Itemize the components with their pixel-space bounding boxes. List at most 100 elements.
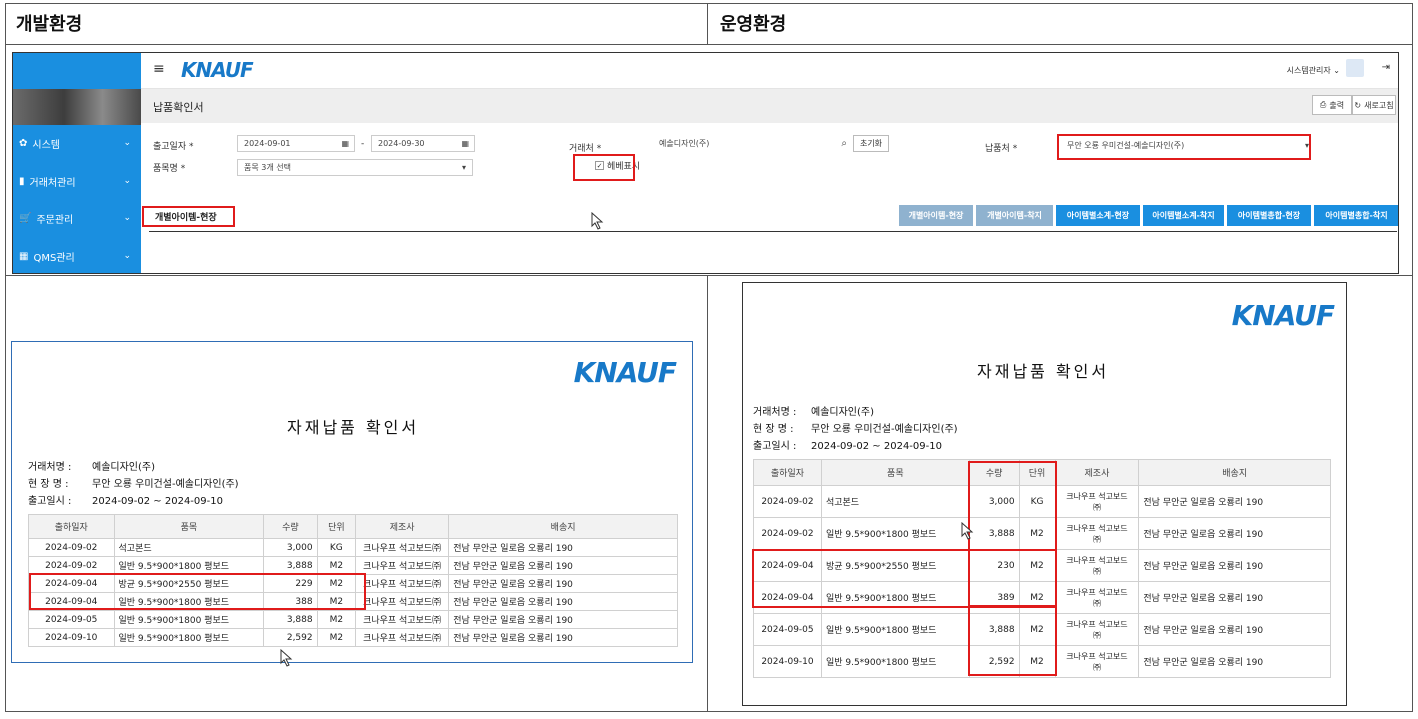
table-cell: 2,592 (263, 628, 318, 647)
column-header: 단위 (1018, 459, 1056, 486)
reset-button[interactable]: 초기화 (853, 135, 889, 152)
doc-dev-client-row: 거래처명 : 예솔디자인(주) (28, 462, 156, 473)
doc-dev-period-row: 출고일시 :2024-09-02 ~ 2024-09-10 (28, 496, 223, 507)
table-cell: KG (316, 538, 357, 557)
mouse-cursor-icon (280, 649, 293, 667)
table-cell: 2024-09-04 (28, 592, 115, 611)
table-cell: 일반 9.5*900*1800 평보드 (820, 645, 970, 678)
sidebar-item-clients[interactable]: ▮ 거래처관리 ⌄ (13, 163, 141, 199)
header-prod: 운영환경 (720, 14, 787, 35)
column-header: 품목 (820, 459, 970, 486)
maker-line: 크나우프 석고보드 (1066, 491, 1128, 501)
table-cell: 2024-09-02 (28, 538, 115, 557)
tab-total-dest[interactable]: 아이템별총합-착지 (1314, 205, 1398, 226)
hebe-checkbox[interactable]: ✓ 헤베표시 (595, 159, 640, 172)
table-cell: 크나우프 석고보드㈜ (1054, 549, 1140, 582)
table-cell: 3,888 (263, 610, 318, 629)
maker-line: ㈜ (1092, 534, 1101, 544)
table-cell: 일반 9.5*900*1800 평보드 (820, 517, 970, 550)
table-cell: 전남 무안군 일로읍 오룡리 190 (1138, 549, 1331, 582)
table-cell: 2024-09-10 (28, 628, 115, 647)
sidebar-banner-photo (13, 89, 141, 125)
doc-prod-site-row: 현 장 명 : 무안 오룡 우미건설-예솔디자인(주) (753, 424, 958, 435)
table-cell: 석고본드 (820, 485, 970, 518)
active-tab-label[interactable]: 개별아이템-현장 (155, 210, 217, 223)
cart-icon: 🛒 (19, 212, 32, 224)
table-cell: 크나우프 석고보드㈜ (355, 556, 450, 575)
doc-prod-logo: KNAUF (1231, 299, 1335, 332)
table-cell: 크나우프 석고보드㈜ (1054, 485, 1140, 518)
hamburger-icon[interactable]: ≡ (153, 61, 165, 77)
item-label: 품목명 * (153, 164, 186, 174)
table-cell: 일반 9.5*900*1800 평보드 (113, 610, 265, 629)
avatar[interactable] (1346, 59, 1364, 77)
column-header: 제조사 (1054, 459, 1140, 486)
caret-down-icon: ▾ (1304, 141, 1309, 150)
table-cell: 389 (968, 581, 1020, 614)
table-cell: 크나우프 석고보드㈜ (1054, 517, 1140, 550)
item-select[interactable]: 품목 3개 선택 ▾ (237, 159, 473, 176)
table-cell: 2,592 (968, 645, 1020, 678)
sidebar-item-system[interactable]: ✿ 시스템 ⌄ (13, 125, 141, 161)
tab-subtotal-site[interactable]: 아이템별소계-현장 (1056, 205, 1140, 226)
sidebar-item-orders[interactable]: 🛒 주문관리 ⌄ (13, 200, 141, 236)
header-cell-prod (707, 3, 1413, 45)
caret-down-icon: ▾ (461, 163, 466, 172)
table-cell: M2 (316, 628, 357, 647)
sidebar-item-qms[interactable]: ▦ QMS관리 ⌄ (13, 238, 141, 273)
print-button[interactable]: ⎙ 출력 (1312, 95, 1352, 115)
tab-individual-site[interactable]: 개별아이템-현장 (899, 205, 973, 226)
doc-prod-title: 자재납품 확인서 (977, 362, 1110, 381)
grid-icon: ▦ (19, 250, 29, 262)
doc-dev: KNAUF 자재납품 확인서 거래처명 : 예솔디자인(주) 현 장 명 : 무안 … (11, 341, 693, 663)
divider-horizontal (5, 275, 1413, 276)
doc-prod: KNAUF 자재납품 확인서 거래처명 : 예솔디자인(주) 현 장 명 : 무안 … (742, 282, 1347, 706)
table-cell: KG (1018, 485, 1056, 518)
table-cell: M2 (1018, 517, 1056, 550)
table-cell: 크나우프 석고보드㈜ (355, 574, 450, 593)
refresh-button[interactable]: ↻ 새로고침 (1352, 95, 1396, 115)
date-separator: - (361, 139, 365, 149)
tab-individual-dest[interactable]: 개별아이템-착지 (976, 205, 1053, 226)
table-cell: 전남 무안군 일로읍 오룡리 190 (1138, 613, 1331, 646)
date-to-input[interactable]: 2024-09-30 ▦ (371, 135, 475, 152)
divider-vertical (707, 275, 708, 712)
table-cell: 3,888 (968, 517, 1020, 550)
table-cell: M2 (1018, 549, 1056, 582)
client-input[interactable]: 예솔디자인(주) ⌕ (653, 135, 851, 152)
table-row: 2024-09-05 일반 9.5*900*1800 평보드 3,888 M2 크나우프… (753, 613, 1331, 646)
table-cell: M2 (316, 610, 357, 629)
doc-dev-logo: KNAUF (573, 356, 677, 389)
bookmark-icon: ▮ (19, 175, 25, 187)
column-header: 품목 (113, 514, 265, 539)
table-cell: 2024-09-02 (28, 556, 115, 575)
table-cell: 크나우프 석고보드㈜ (1054, 645, 1140, 678)
doc-prod-client-row: 거래처명 : 예솔디자인(주) (753, 407, 875, 418)
table-cell: 전남 무안군 일로읍 오룡리 190 (1138, 517, 1331, 550)
maker-line: 크나우프 석고보드 (1066, 651, 1128, 661)
chevron-down-icon: ⌄ (123, 176, 131, 186)
tab-total-site[interactable]: 아이템별총합-현장 (1227, 205, 1311, 226)
doc-dev-site-row: 현 장 명 : 무안 오룡 우미건설-예솔디자인(주) (28, 479, 239, 490)
user-menu[interactable]: 시스템관리자 ⌄ (1287, 65, 1340, 76)
table-cell: 전남 무안군 일로읍 오룡리 190 (448, 610, 678, 629)
mouse-cursor-icon (961, 522, 974, 540)
table-row: 2024-09-02 일반 9.5*900*1800 평보드 3,888 M2 크나우프… (28, 556, 678, 575)
page-title-bar: 납품확인서 ⎙ 출력 ↻ 새로고침 (141, 89, 1398, 123)
page-title: 납품확인서 (153, 101, 204, 114)
dest-select[interactable]: 무안 오룡 우미건설-예솔디자인(주) ▾ (1061, 137, 1315, 154)
table-row: 2024-09-02석고본드3,000KG크나우프 석고보드㈜전남 무안군 일로… (753, 485, 1331, 518)
app-window: ✿ 시스템 ⌄ ▮ 거래처관리 ⌄ 🛒 주문관리 ⌄ ▦ QMS관리 ⌄ ≡ K… (12, 52, 1399, 274)
table-cell: M2 (316, 592, 357, 611)
gear-icon: ✿ (19, 137, 28, 149)
table-row: 2024-09-04 방균 9.5*900*2550 평보드 230 M2 크나우프 석… (753, 549, 1331, 582)
logout-icon[interactable]: ⇥ (1382, 62, 1390, 73)
table-cell: 2024-09-02 (753, 517, 822, 550)
table-row: 2024-09-04 방균 9.5*900*2550 평보드 229 M2 크나우프 석… (28, 574, 678, 593)
table-cell: 전남 무안군 일로읍 오룡리 190 (1138, 485, 1331, 518)
maker-line: 크나우프 석고보드 (1066, 555, 1128, 565)
table-cell: M2 (1018, 613, 1056, 646)
tab-subtotal-dest[interactable]: 아이템별소계-착지 (1143, 205, 1224, 226)
table-cell: 크나우프 석고보드㈜ (355, 592, 450, 611)
date-from-input[interactable]: 2024-09-01 ▦ (237, 135, 355, 152)
